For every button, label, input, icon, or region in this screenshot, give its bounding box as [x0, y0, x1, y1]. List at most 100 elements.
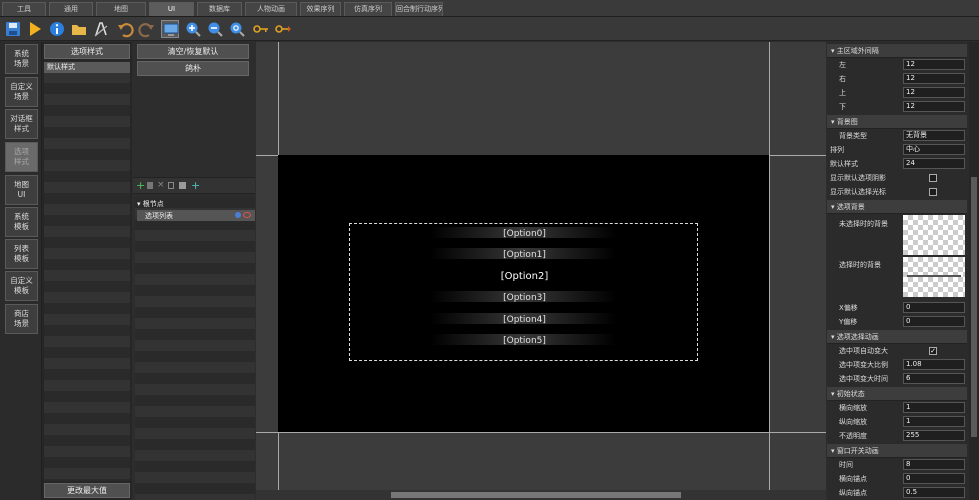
property-scroll-thumb[interactable] [971, 177, 977, 437]
visibility-icon[interactable] [235, 212, 241, 218]
side-btn-system-template[interactable]: 系统 模板 [5, 207, 38, 237]
bottom-label: 下 [839, 103, 846, 111]
node-panel: 清空/恢复默认 鸽朴 + × + ▾ 根节点 选项列表 [133, 42, 255, 500]
tab-simulation-sequence[interactable]: 仿真序列 [344, 2, 392, 16]
tab-general[interactable]: 通用 [49, 2, 93, 16]
play-icon[interactable] [26, 20, 44, 38]
side-btn-list-template[interactable]: 列表 模板 [5, 239, 38, 269]
key-icon[interactable] [252, 20, 270, 38]
show-cursor-checkbox[interactable] [929, 188, 937, 196]
left-input[interactable]: 12 [903, 59, 965, 70]
zoom-reset-icon[interactable] [228, 20, 246, 38]
menu-tab-bar: 工具 通用 地图 UI 数据库 人物动画 效果序列 仿真序列 回合制行动序列 [0, 0, 979, 17]
remove-icon[interactable]: × [157, 180, 165, 190]
side-btn-custom-template[interactable]: 自定义 模板 [5, 271, 38, 301]
paste-node-icon[interactable] [179, 182, 186, 189]
zoom-in-icon[interactable] [184, 20, 202, 38]
xoffset-input[interactable]: 0 [903, 302, 965, 313]
tab-effect-sequence[interactable]: 效果序列 [300, 2, 341, 16]
left-label: 左 [839, 61, 846, 69]
section-window-anim[interactable]: ▾ 窗口开关动画 [827, 444, 967, 458]
vanchor-input[interactable]: 0.5 [903, 487, 965, 498]
section-margin[interactable]: ▾ 主区域外间隔 [827, 44, 967, 58]
section-option-bg[interactable]: ▾ 选项背景 [827, 200, 967, 214]
auto-zoom-label: 选中项自动变大 [839, 347, 888, 355]
selected-bg-image[interactable] [903, 257, 965, 297]
node-toolbar: + × + [133, 177, 255, 194]
yoffset-input[interactable]: 0 [903, 316, 965, 327]
vanchor-label: 纵向锚点 [839, 489, 867, 497]
tree-root[interactable]: ▾ 根节点 [137, 199, 164, 209]
hanchor-label: 横向锚点 [839, 475, 867, 483]
redo-icon[interactable] [138, 20, 156, 38]
side-btn-dialog-style[interactable]: 对话框 样式 [5, 109, 38, 139]
vscale-label: 纵向缩放 [839, 418, 867, 426]
zoom-out-icon[interactable] [206, 20, 224, 38]
default-style-input[interactable]: 24 [903, 158, 965, 169]
eye-icon[interactable] [243, 212, 251, 218]
display-icon[interactable] [161, 20, 179, 38]
hanchor-input[interactable]: 0 [903, 473, 965, 484]
add-node-icon[interactable]: + [136, 179, 145, 192]
add-child-icon[interactable]: + [191, 179, 200, 192]
right-input[interactable]: 12 [903, 73, 965, 84]
section-initial-state[interactable]: ▾ 初始状态 [827, 387, 967, 401]
side-btn-option-style[interactable]: 选项 样式 [5, 142, 38, 172]
bgtype-select[interactable]: 无背景 [903, 130, 965, 141]
hscale-label: 横向缩放 [839, 404, 867, 412]
text-tool-icon[interactable] [92, 20, 110, 38]
option-bg-0 [430, 227, 616, 238]
name-button[interactable]: 鸽朴 [137, 61, 249, 76]
unselected-bg-image[interactable] [903, 215, 965, 255]
opacity-input[interactable]: 255 [903, 430, 965, 441]
show-shadow-checkbox[interactable] [929, 174, 937, 182]
list-item[interactable]: 默认样式 [44, 62, 130, 73]
tree-child-row[interactable]: 选项列表 [137, 210, 255, 221]
vscale-input[interactable]: 1 [903, 416, 965, 427]
side-btn-system-scene[interactable]: 系统 场景 [5, 44, 38, 74]
auto-zoom-checkbox[interactable]: ✓ [929, 347, 937, 355]
copy-node-icon[interactable] [168, 182, 174, 189]
style-list[interactable] [44, 61, 130, 481]
tab-turn-based-sequence[interactable]: 回合制行动序列 [395, 2, 443, 16]
option-2[interactable]: [Option2] [330, 269, 719, 285]
undo-icon[interactable] [116, 20, 134, 38]
side-btn-shop-scene[interactable]: 商店 场景 [5, 304, 38, 334]
property-panel: ▾ 主区域外间隔 左 12 右 12 上 12 下 12 ▾ 背景图 背景类型 无背景 排… [827, 42, 979, 500]
top-input[interactable]: 12 [903, 87, 965, 98]
time-input[interactable]: 8 [903, 459, 965, 470]
change-max-button[interactable]: 更改最大值 [44, 483, 130, 498]
yoffset-label: Y偏移 [839, 318, 858, 326]
tab-ui[interactable]: UI [149, 2, 194, 16]
bottom-input[interactable]: 12 [903, 101, 965, 112]
clear-restore-button[interactable]: 清空/恢复默认 [137, 44, 249, 59]
zoom-time-input[interactable]: 6 [903, 373, 965, 384]
side-btn-custom-scene[interactable]: 自定义 场景 [5, 77, 38, 107]
section-background[interactable]: ▾ 背景图 [827, 115, 967, 129]
tree-expand-icon[interactable]: ▾ [137, 200, 141, 208]
preview-canvas[interactable]: [Option0] [Option1] [Option2] [Option3] … [256, 42, 826, 500]
option-bg-4 [430, 313, 616, 324]
folder-icon[interactable] [70, 20, 88, 38]
tab-map[interactable]: 地图 [96, 2, 146, 16]
hscale-input[interactable]: 1 [903, 402, 965, 413]
unselected-bg-label: 未选择时的背景 [839, 220, 888, 228]
tab-tools[interactable]: 工具 [2, 2, 46, 16]
info-icon[interactable] [48, 20, 66, 38]
zoom-time-label: 选中项变大时间 [839, 375, 888, 383]
opacity-label: 不透明度 [839, 432, 867, 440]
side-btn-map-ui[interactable]: 地图 UI [5, 175, 38, 205]
key-arrow-icon[interactable] [274, 20, 292, 38]
delete-node-icon[interactable] [147, 182, 153, 189]
zoom-ratio-input[interactable]: 1.08 [903, 359, 965, 370]
horizontal-scrollbar[interactable] [256, 490, 826, 500]
node-tree[interactable] [135, 197, 255, 500]
section-select-anim[interactable]: ▾ 选项选择动画 [827, 330, 967, 344]
save-icon[interactable] [4, 20, 22, 38]
tab-character-animation[interactable]: 人物动画 [245, 2, 297, 16]
tab-database[interactable]: 数据库 [197, 2, 242, 16]
property-scrollbar[interactable] [969, 42, 979, 500]
align-select[interactable]: 中心 [903, 144, 965, 155]
option-bg-3 [430, 291, 616, 302]
scroll-thumb[interactable] [391, 492, 681, 498]
